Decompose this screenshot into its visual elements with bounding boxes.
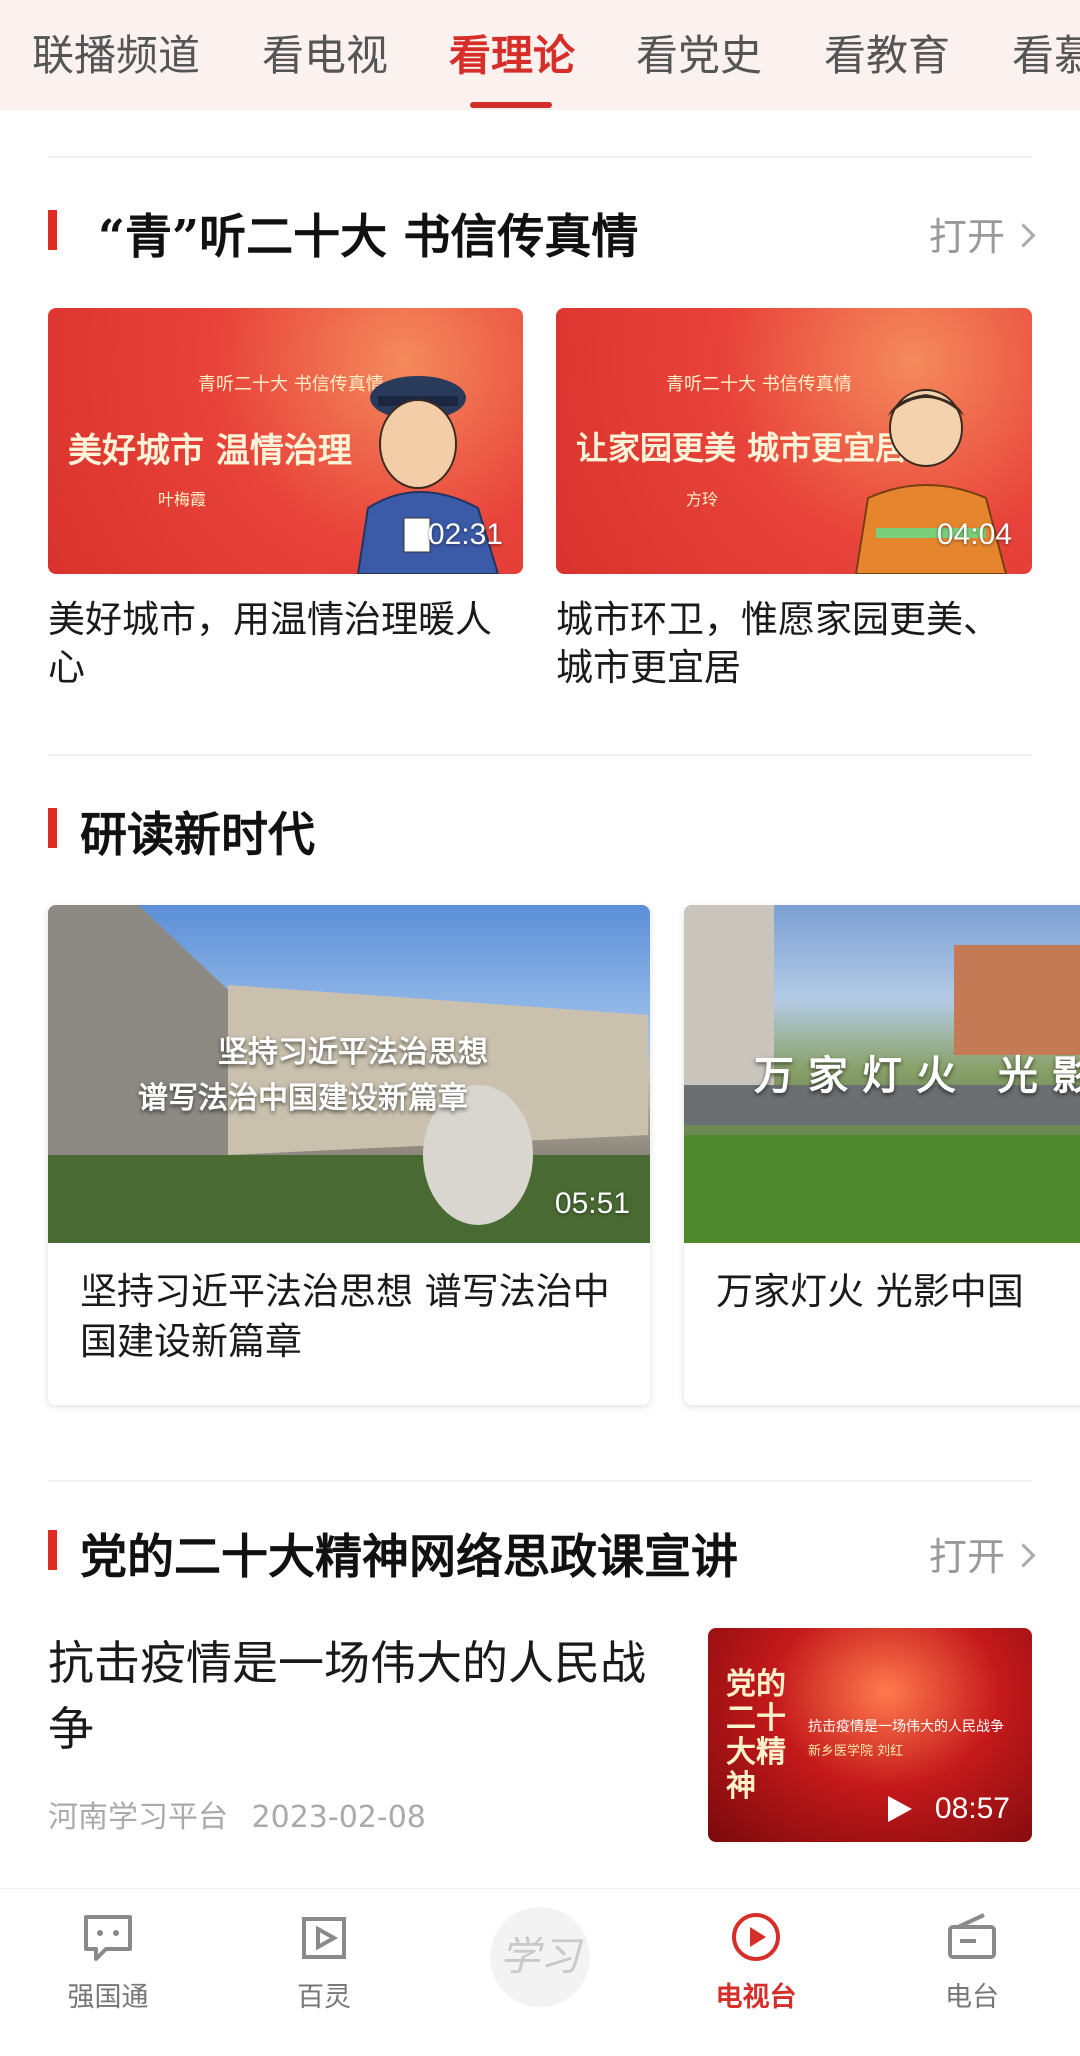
divider bbox=[48, 754, 1032, 756]
video-thumbnail: 坚持习近平法治思想 谱写法治中国建设新篇章 05:51 bbox=[48, 905, 650, 1243]
open-label[interactable]: 打开 bbox=[929, 1535, 1005, 1579]
nav-label: 百灵 bbox=[297, 1982, 351, 2013]
section-title: 研读新时代 bbox=[80, 808, 315, 863]
thumbnail-overlay-text: 谱写法治中国建设新篇章 bbox=[138, 1081, 468, 1116]
open-link[interactable]: 打开 bbox=[929, 1526, 1036, 1581]
nav-radio[interactable]: 电台 bbox=[892, 1911, 1052, 2014]
tab-theory[interactable]: 看理论 bbox=[449, 22, 575, 83]
news-title[interactable]: 抗击疫情是一场伟大的人民战争 bbox=[48, 1630, 688, 1762]
video-card[interactable]: 坚持习近平法治思想 谱写法治中国建设新篇章 05:51 坚持习近平法治思想 谱写… bbox=[48, 905, 650, 1405]
thumbnail-speaker: 新乡医学院 刘红 bbox=[808, 1744, 904, 1759]
video-card[interactable]: 万家灯火 光影 万家灯火 光影中国 bbox=[684, 905, 1080, 1405]
active-tab-indicator bbox=[470, 102, 552, 108]
nav-label: 电台 bbox=[945, 1982, 999, 2013]
radio-icon bbox=[948, 1913, 996, 1959]
video-duration: 02:31 bbox=[427, 518, 503, 551]
video-duration: 08:57 bbox=[934, 1792, 1010, 1825]
video-duration: 04:04 bbox=[936, 518, 1012, 551]
divider bbox=[48, 156, 1032, 158]
section-marker bbox=[48, 210, 57, 250]
video-title[interactable]: 城市环卫，惟愿家园更美、城市更宜居 bbox=[556, 596, 1032, 692]
tab-watch-tv[interactable]: 看电视 bbox=[262, 22, 388, 83]
open-link[interactable]: 打开 bbox=[929, 206, 1036, 261]
chevron-right-icon bbox=[1011, 1543, 1036, 1568]
video-thumbnail[interactable]: 青听二十大 书信传真情 让家园更美 城市更宜居 方玲 04:04 bbox=[556, 308, 1032, 574]
section-title: “青”听二十大 书信传真情 bbox=[98, 210, 639, 265]
video-thumbnail: 万家灯火 光影 bbox=[684, 905, 1080, 1243]
thumbnail-overlay-text: 万家灯火 光影 bbox=[754, 1052, 1080, 1099]
tab-more[interactable]: 看慕 bbox=[1012, 22, 1080, 83]
open-label[interactable]: 打开 bbox=[929, 215, 1005, 259]
nav-bailing[interactable]: 百灵 bbox=[244, 1911, 404, 2014]
thumbnail-overlay-text: 党的二十大精神 bbox=[726, 1667, 786, 1804]
video-title: 万家灯火 光影中国 bbox=[716, 1270, 1024, 1313]
section-title: 党的二十大精神网络思政课宣讲 bbox=[80, 1530, 738, 1585]
section-header-ershida: 党的二十大精神网络思政课宣讲 打开 bbox=[48, 1518, 1036, 1585]
channel-tab-bar: 联播频道 看电视 看理论 看党史 看教育 看慕 bbox=[0, 0, 1080, 110]
section-marker bbox=[48, 1530, 57, 1570]
person-name: 叶梅霞 bbox=[158, 490, 207, 509]
video-title: 坚持习近平法治思想 谱写法治中国建设新篇章 bbox=[80, 1270, 610, 1363]
thumbnail-overlay-text: 美好城市 温情治理 bbox=[68, 431, 352, 471]
divider bbox=[48, 1480, 1032, 1482]
video-thumbnail[interactable]: 青听二十大 书信传真情 美好城市 温情治理 叶梅霞 02:31 bbox=[48, 308, 523, 574]
tab-party-history[interactable]: 看党史 bbox=[636, 22, 762, 83]
video-title[interactable]: 美好城市，用温情治理暖人心 bbox=[48, 596, 508, 692]
logo-text: 青听二十大 书信传真情 bbox=[666, 374, 852, 395]
news-meta: 河南学习平台 2023-02-08 bbox=[48, 1792, 426, 1836]
section-header-qingting: “青”听二十大 书信传真情 打开 bbox=[48, 198, 1036, 265]
tab-lianbo[interactable]: 联播频道 bbox=[32, 22, 200, 83]
nav-label: 电视台 bbox=[715, 1982, 797, 2013]
chevron-right-icon bbox=[1011, 223, 1036, 248]
news-video-thumbnail[interactable]: 党的二十大精神 抗击疫情是一场伟大的人民战争 新乡医学院 刘红 08:57 bbox=[708, 1628, 1032, 1842]
video-duration: 05:51 bbox=[554, 1187, 630, 1220]
thumbnail-overlay-text: 坚持习近平法治思想 bbox=[218, 1035, 488, 1070]
nav-tv-station[interactable]: 电视台 bbox=[676, 1911, 836, 2014]
chat-icon bbox=[84, 1915, 132, 1961]
section-marker bbox=[48, 808, 57, 848]
nav-label: 强国通 bbox=[67, 1982, 149, 2013]
video-bookmark-icon bbox=[302, 1917, 346, 1959]
xuexi-logo[interactable]: 学习 bbox=[490, 1907, 590, 2007]
section-header-yandu: 研读新时代 bbox=[48, 796, 1032, 863]
bottom-nav: 强国通 百灵 学习 电视台 电台 bbox=[0, 1888, 1080, 2056]
person-name: 方玲 bbox=[686, 490, 719, 509]
news-date: 2023-02-08 bbox=[251, 1800, 426, 1835]
thumbnail-subtitle: 抗击疫情是一场伟大的人民战争 bbox=[808, 1719, 1004, 1735]
play-circle-icon bbox=[732, 1913, 780, 1961]
tab-education[interactable]: 看教育 bbox=[824, 22, 950, 83]
news-source: 河南学习平台 bbox=[48, 1800, 228, 1835]
nav-qiangguotong[interactable]: 强国通 bbox=[28, 1911, 188, 2014]
play-icon bbox=[888, 1796, 912, 1822]
